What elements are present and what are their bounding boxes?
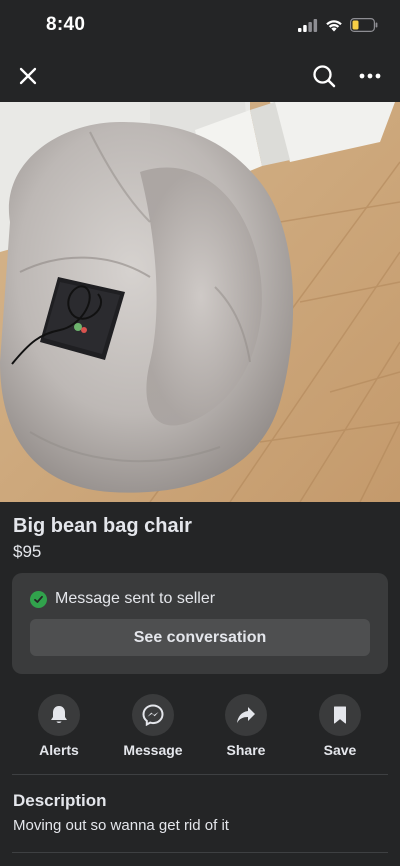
listing-price: $95	[13, 542, 42, 561]
signal-icon	[298, 18, 318, 32]
close-button[interactable]	[12, 60, 44, 92]
description-heading: Description	[13, 791, 107, 810]
more-icon	[359, 73, 381, 79]
check-circle-icon	[30, 590, 47, 608]
message-sent-card: Message sent to seller See conversation	[12, 573, 388, 674]
share-button[interactable]: Share	[201, 694, 291, 758]
listing-title: Big bean bag chair	[13, 515, 192, 537]
divider	[12, 852, 388, 853]
alerts-label: Alerts	[39, 742, 79, 758]
status-bar: 8:40	[0, 0, 400, 50]
wifi-icon	[326, 19, 342, 31]
more-options-button[interactable]	[354, 60, 386, 92]
message-status: Message sent to seller	[30, 590, 215, 608]
bookmark-icon	[334, 706, 346, 724]
listing-photo[interactable]	[0, 102, 400, 502]
save-label: Save	[323, 742, 357, 758]
save-circle	[319, 694, 361, 736]
message-button[interactable]: Message	[108, 694, 198, 758]
share-label: Share	[226, 742, 266, 758]
search-icon	[313, 65, 336, 88]
alerts-circle	[38, 694, 80, 736]
message-label: Message	[123, 742, 183, 758]
description-text: Moving out so wanna get rid of it	[13, 817, 229, 834]
status-time: 8:40	[46, 14, 86, 35]
messenger-icon	[142, 704, 164, 726]
action-bar: Alerts Message Share Save	[0, 694, 400, 764]
battery-icon	[350, 18, 378, 32]
save-button[interactable]: Save	[295, 694, 385, 758]
see-conversation-button[interactable]: See conversation	[30, 619, 370, 656]
divider	[12, 774, 388, 775]
share-icon	[237, 707, 255, 723]
listing-photo-image	[0, 102, 400, 502]
top-navigation-bar	[0, 50, 400, 102]
alerts-button[interactable]: Alerts	[14, 694, 104, 758]
message-circle	[132, 694, 174, 736]
search-button[interactable]	[308, 60, 340, 92]
bell-icon	[51, 706, 67, 723]
share-circle	[225, 694, 267, 736]
status-icons	[298, 18, 378, 32]
close-icon	[19, 67, 37, 85]
message-status-text: Message sent to seller	[55, 590, 216, 607]
